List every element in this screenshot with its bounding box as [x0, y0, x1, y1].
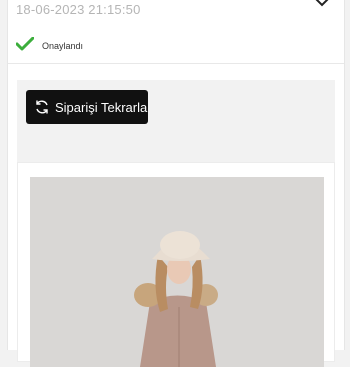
refresh-icon: [36, 100, 48, 114]
status-label: Onaylandı: [42, 41, 84, 51]
product-image[interactable]: [30, 177, 324, 367]
chevron-down-icon[interactable]: [314, 0, 330, 8]
divider: [8, 63, 344, 64]
action-area: Siparişi Tekrarla: [17, 80, 335, 168]
order-card: 18-06-2023 21:15:50 Onaylandı Siparişi T…: [7, 0, 345, 367]
product-card[interactable]: [17, 162, 335, 367]
reorder-label: Siparişi Tekrarla: [55, 99, 148, 115]
order-status: Onaylandı: [15, 36, 84, 56]
checkmark-icon: [15, 36, 35, 56]
reorder-button[interactable]: Siparişi Tekrarla: [26, 90, 148, 124]
order-datetime: 18-06-2023 21:15:50: [16, 2, 141, 17]
